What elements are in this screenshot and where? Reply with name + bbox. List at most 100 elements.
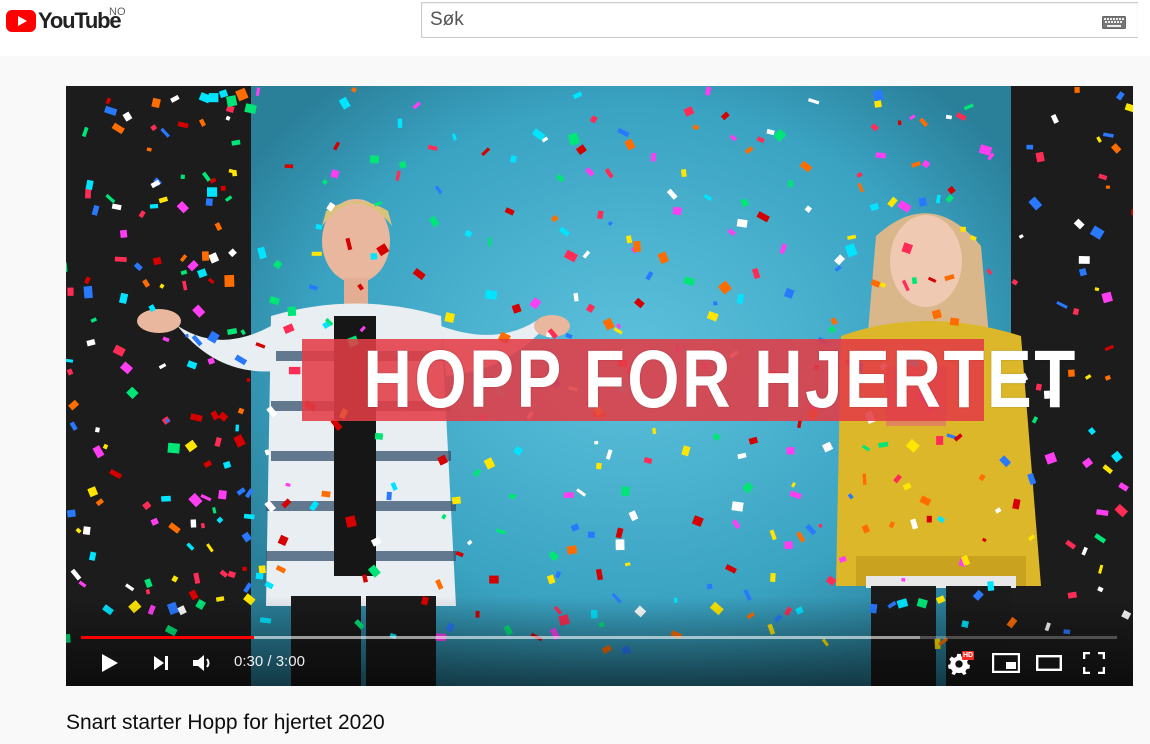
confetti-piece bbox=[374, 432, 384, 440]
next-icon bbox=[154, 656, 168, 670]
confetti-piece bbox=[287, 306, 297, 317]
theater-mode-button[interactable] bbox=[1033, 648, 1065, 678]
time-display: 0:30 / 3:00 bbox=[234, 652, 305, 672]
confetti-piece bbox=[949, 317, 960, 326]
confetti-piece bbox=[489, 575, 499, 584]
confetti-piece bbox=[650, 152, 657, 162]
miniplayer-icon bbox=[992, 653, 1020, 673]
theater-icon bbox=[1036, 655, 1062, 671]
confetti-piece bbox=[633, 241, 641, 253]
confetti-piece bbox=[66, 509, 76, 518]
confetti-piece bbox=[595, 462, 602, 470]
confetti-piece bbox=[83, 285, 93, 299]
confetti-piece bbox=[1131, 209, 1133, 216]
confetti-piece bbox=[784, 541, 793, 550]
confetti-piece bbox=[369, 155, 380, 164]
confetti-piece bbox=[224, 274, 235, 288]
confetti-piece bbox=[731, 501, 744, 512]
hd-badge: HD bbox=[962, 651, 975, 660]
confetti-piece bbox=[987, 581, 995, 591]
confetti-piece bbox=[246, 378, 251, 382]
play-button[interactable] bbox=[94, 648, 124, 678]
confetti-piece bbox=[67, 287, 74, 296]
search-input[interactable] bbox=[430, 3, 1090, 37]
confetti-piece bbox=[1105, 185, 1110, 189]
volume-button[interactable] bbox=[187, 648, 217, 678]
confetti-piece bbox=[284, 164, 294, 169]
play-icon bbox=[102, 654, 118, 672]
video-player[interactable]: HOPP FOR HJERTET 0:30 / 3:00 HD bbox=[66, 86, 1133, 686]
confetti-piece bbox=[190, 519, 197, 528]
confetti-piece bbox=[874, 100, 882, 108]
confetti-piece bbox=[788, 180, 794, 188]
confetti-piece bbox=[875, 152, 886, 159]
confetti-piece bbox=[114, 256, 127, 263]
confetti-piece bbox=[235, 424, 240, 432]
confetti-piece bbox=[901, 577, 906, 582]
confetti-piece bbox=[918, 197, 927, 207]
confetti-piece bbox=[786, 446, 795, 455]
fullscreen-button[interactable] bbox=[1079, 648, 1109, 678]
confetti-piece bbox=[167, 442, 181, 454]
confetti-piece bbox=[566, 545, 578, 555]
confetti-piece bbox=[713, 301, 718, 306]
confetti-piece bbox=[615, 539, 625, 551]
time-current: 0:30 bbox=[234, 653, 264, 670]
confetti-piece bbox=[1026, 144, 1034, 150]
confetti-piece bbox=[451, 496, 462, 505]
confetti-piece bbox=[242, 566, 247, 572]
confetti-piece bbox=[397, 118, 403, 128]
confetti-piece bbox=[225, 95, 238, 107]
youtube-play-logo-icon bbox=[6, 10, 36, 32]
next-button[interactable] bbox=[146, 648, 176, 678]
confetti-piece bbox=[149, 203, 159, 209]
confetti-piece bbox=[898, 120, 902, 126]
masthead: YouTube NO bbox=[0, 0, 1150, 56]
volume-icon bbox=[193, 655, 210, 671]
confetti-piece bbox=[594, 440, 599, 445]
confetti-piece bbox=[672, 206, 682, 216]
video-title-overlay: HOPP FOR HJERTET bbox=[363, 334, 1078, 425]
confetti-piece bbox=[207, 187, 218, 197]
progress-bar[interactable] bbox=[81, 636, 1117, 639]
keyboard-icon[interactable] bbox=[1102, 16, 1126, 29]
video-title: Snart starter Hopp for hjertet 2020 bbox=[66, 711, 385, 734]
confetti-piece bbox=[218, 490, 227, 500]
confetti-piece bbox=[1074, 87, 1080, 93]
confetti-piece bbox=[161, 495, 171, 502]
confetti-piece bbox=[706, 583, 713, 590]
confetti-piece bbox=[119, 229, 128, 238]
confetti-piece bbox=[936, 436, 944, 445]
confetti-piece bbox=[255, 572, 264, 580]
fullscreen-icon bbox=[1083, 652, 1105, 674]
settings-button[interactable]: HD bbox=[946, 648, 976, 678]
confetti-piece bbox=[1078, 255, 1090, 264]
confetti-piece bbox=[862, 473, 867, 485]
confetti-piece bbox=[911, 277, 918, 285]
progress-played bbox=[81, 636, 254, 639]
confetti-piece bbox=[311, 251, 322, 256]
confetti-piece bbox=[818, 523, 823, 528]
confetti-piece bbox=[386, 491, 392, 501]
confetti-piece bbox=[484, 289, 498, 300]
confetti-piece bbox=[587, 531, 595, 538]
confetti-piece bbox=[321, 490, 331, 498]
search-box bbox=[421, 2, 1138, 38]
confetti-piece bbox=[201, 251, 210, 261]
confetti-piece bbox=[205, 198, 213, 206]
confetti-piece bbox=[620, 486, 630, 497]
confetti-piece bbox=[563, 492, 574, 498]
confetti-piece bbox=[370, 253, 378, 260]
time-separator: / bbox=[263, 653, 276, 670]
region-code: NO bbox=[109, 6, 126, 18]
confetti-piece bbox=[180, 174, 185, 180]
confetti-piece bbox=[82, 526, 91, 535]
confetti-piece bbox=[736, 218, 748, 228]
miniplayer-button[interactable] bbox=[990, 648, 1022, 678]
confetti-piece bbox=[680, 169, 687, 178]
confetti-piece bbox=[288, 366, 301, 375]
time-total: 3:00 bbox=[275, 653, 305, 670]
confetti-piece bbox=[960, 226, 966, 232]
youtube-logo[interactable]: YouTube bbox=[6, 8, 122, 34]
confetti-piece bbox=[220, 185, 226, 191]
